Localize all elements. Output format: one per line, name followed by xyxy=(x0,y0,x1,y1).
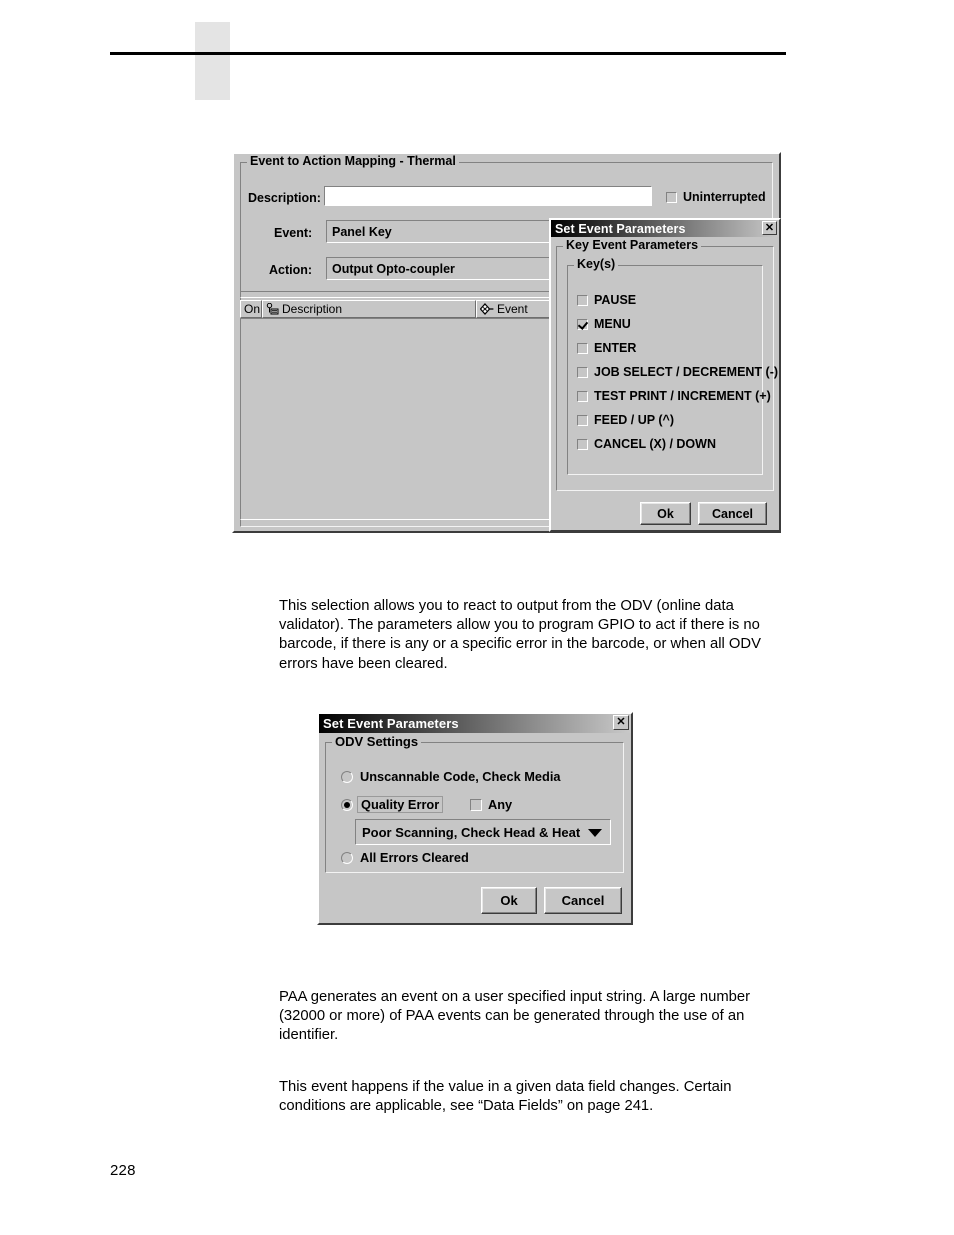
key-checkbox-cancel-down-box xyxy=(577,438,588,450)
odv-dialog-cancel-button[interactable]: Cancel xyxy=(544,887,622,914)
key-checkbox-feed-up[interactable]: FEED / UP (^) xyxy=(577,413,674,427)
event-label: Event: xyxy=(274,226,313,240)
key-checkbox-cancel-down-label: CANCEL (X) / DOWN xyxy=(594,437,716,451)
key-dialog-ok-button[interactable]: Ok xyxy=(640,502,691,525)
key-checkbox-enter-label: ENTER xyxy=(594,341,637,355)
key-checkbox-test-print-box xyxy=(577,390,588,402)
event-mapping-group-title: Event to Action Mapping - Thermal xyxy=(247,155,459,168)
odv-radio-quality-error[interactable]: Quality Error xyxy=(341,796,444,813)
odv-radio-all-errors-cleared-box xyxy=(341,851,353,864)
paragraph-odv: This selection allows you to react to ou… xyxy=(279,598,761,672)
odv-dialog-ok-label: Ok xyxy=(500,893,518,908)
key-dialog-cancel-label: Cancel xyxy=(712,506,753,521)
odv-error-select[interactable]: Poor Scanning, Check Head & Heat xyxy=(355,819,611,845)
header-chapter-tab xyxy=(195,22,230,100)
key-checkbox-menu[interactable]: MENU xyxy=(577,317,631,331)
key-checkbox-pause[interactable]: PAUSE xyxy=(577,293,636,307)
key-event-parameters-group-title: Key Event Parameters xyxy=(563,239,702,252)
key-dialog-titlebar[interactable]: Set Event Parameters ✕ xyxy=(551,220,779,237)
odv-dialog-title: Set Event Parameters xyxy=(323,716,459,731)
header-rule xyxy=(110,52,786,55)
key-checkbox-job-select-label: JOB SELECT / DECREMENT (-) xyxy=(594,365,779,379)
paragraph-data-field: This event happens if the value in a giv… xyxy=(279,1079,732,1115)
close-icon[interactable]: ✕ xyxy=(613,715,629,730)
key-checkbox-enter[interactable]: ENTER xyxy=(577,341,636,355)
odv-any-label: Any xyxy=(488,797,513,812)
uninterrupted-checkbox[interactable]: Uninterrupted xyxy=(666,190,766,204)
odv-radio-all-errors-cleared[interactable]: All Errors Cleared xyxy=(341,850,469,865)
list-column-description-label: Description xyxy=(282,302,343,316)
key-checkbox-enter-box xyxy=(577,342,588,354)
key-checkbox-menu-label: MENU xyxy=(594,317,631,331)
chevron-down-icon xyxy=(588,829,602,837)
event-field-value: Panel Key xyxy=(332,224,392,239)
odv-dialog-cancel-label: Cancel xyxy=(561,893,605,908)
set-event-parameters-key-dialog: Set Event Parameters ✕ Key Event Paramet… xyxy=(549,218,781,532)
odv-dialog-titlebar[interactable]: Set Event Parameters ✕ xyxy=(319,714,631,733)
odv-any-checkbox[interactable]: Any xyxy=(470,797,512,812)
page-number: 228 xyxy=(110,1162,136,1179)
key-checkbox-job-select[interactable]: JOB SELECT / DECREMENT (-) xyxy=(577,365,778,379)
keys-group-title: Key(s) xyxy=(574,258,619,271)
key-checkbox-job-select-box xyxy=(577,366,588,378)
key-checkbox-menu-box xyxy=(577,318,588,330)
list-column-on[interactable]: On xyxy=(240,300,262,318)
key-checkbox-feed-up-label: FEED / UP (^) xyxy=(594,413,674,427)
paragraph-paa: PAA generates an event on a user specifi… xyxy=(279,989,751,1044)
odv-error-select-value: Poor Scanning, Check Head & Heat xyxy=(362,824,581,840)
key-checkbox-pause-box xyxy=(577,294,588,306)
action-label: Action: xyxy=(269,263,313,277)
list-column-description[interactable]: Description xyxy=(262,300,476,318)
odv-radio-quality-error-label: Quality Error xyxy=(357,796,444,813)
key-checkbox-test-print-label: TEST PRINT / INCREMENT (+) xyxy=(594,389,771,403)
key-dialog-title: Set Event Parameters xyxy=(555,221,686,236)
key-checkbox-feed-up-box xyxy=(577,414,588,426)
diamond-icon xyxy=(480,303,494,315)
uninterrupted-checkbox-box xyxy=(666,191,677,203)
key-dialog-ok-label: Ok xyxy=(657,506,674,521)
odv-radio-quality-error-box xyxy=(341,798,353,811)
description-label: Description: xyxy=(248,191,321,205)
list-column-on-label: On xyxy=(244,302,261,316)
odv-radio-unscannable-box xyxy=(341,770,353,783)
key-checkbox-test-print[interactable]: TEST PRINT / INCREMENT (+) xyxy=(577,389,771,403)
odv-radio-all-errors-cleared-label: All Errors Cleared xyxy=(360,850,469,865)
odv-any-checkbox-box xyxy=(470,798,482,811)
key-dialog-cancel-button[interactable]: Cancel xyxy=(698,502,767,525)
key-checkbox-pause-label: PAUSE xyxy=(594,293,637,307)
uninterrupted-label: Uninterrupted xyxy=(683,190,766,204)
action-field-value: Output Opto-coupler xyxy=(332,261,455,276)
description-input[interactable] xyxy=(324,186,652,206)
mapping-icon xyxy=(266,303,279,315)
set-event-parameters-odv-dialog: Set Event Parameters ✕ ODV Settings Unsc… xyxy=(317,712,633,925)
key-checkbox-cancel-down[interactable]: CANCEL (X) / DOWN xyxy=(577,437,716,451)
odv-radio-unscannable[interactable]: Unscannable Code, Check Media xyxy=(341,769,561,784)
odv-dialog-ok-button[interactable]: Ok xyxy=(481,887,537,914)
odv-radio-unscannable-label: Unscannable Code, Check Media xyxy=(360,769,561,784)
list-column-event-label: Event xyxy=(497,302,528,316)
odv-settings-group-title: ODV Settings xyxy=(332,735,422,748)
close-icon[interactable]: ✕ xyxy=(762,221,777,235)
